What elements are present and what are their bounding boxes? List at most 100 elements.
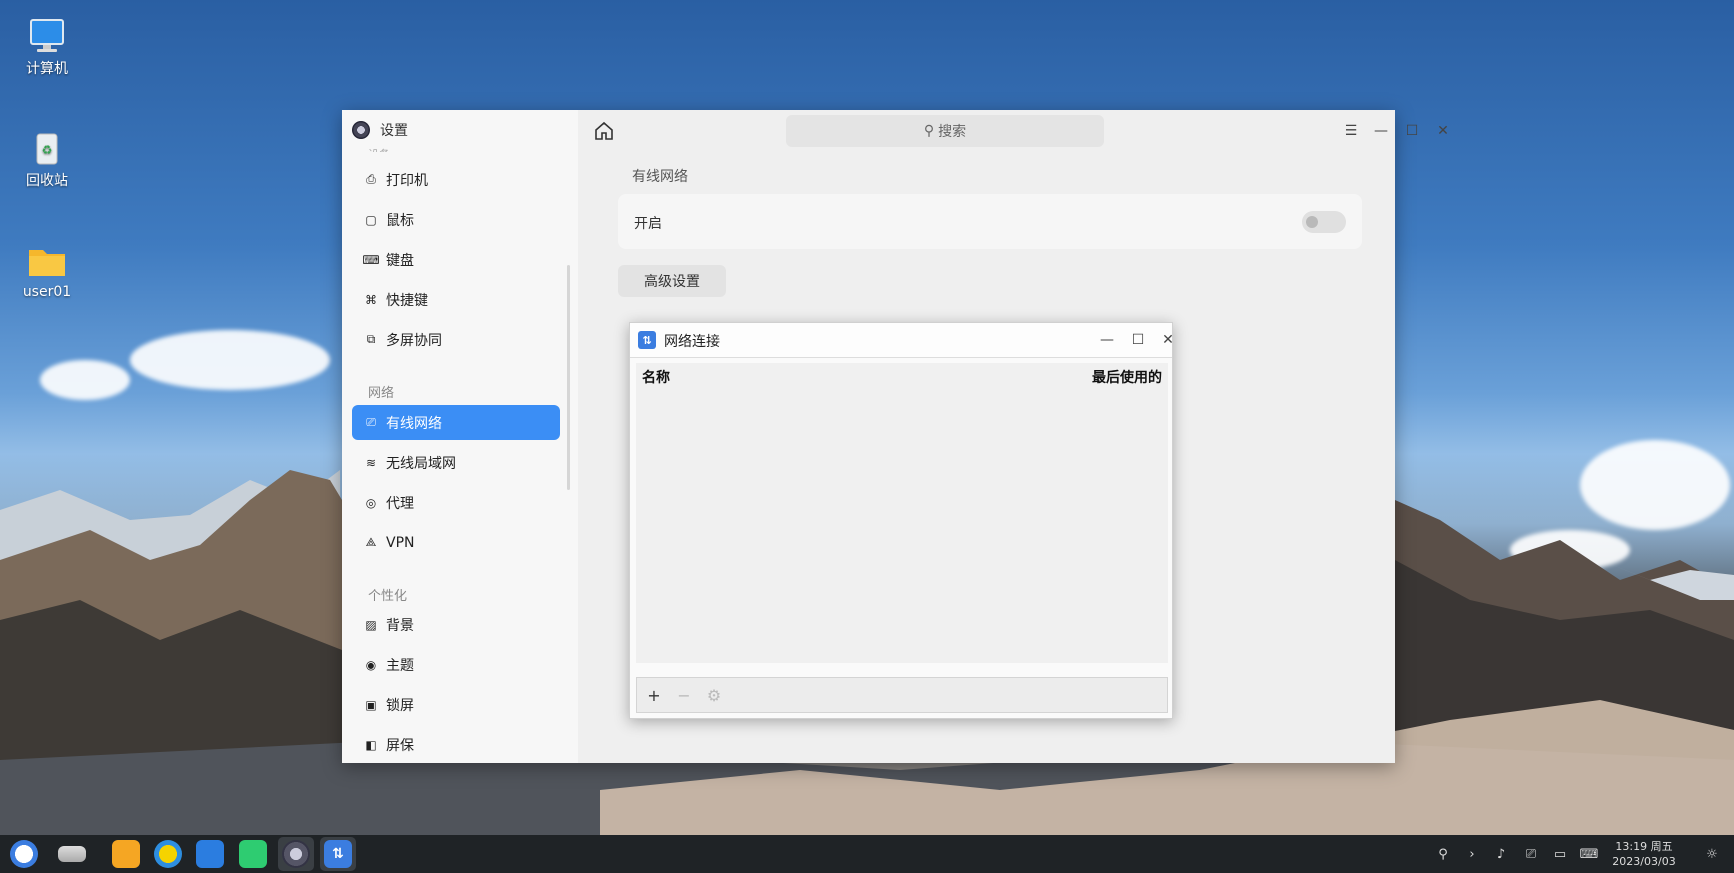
desktop-icon-label: 计算机 [26,61,68,77]
maximize-icon[interactable]: ☐ [1399,118,1425,144]
sidebar-scrollbar[interactable] [567,265,570,490]
network-status-icon[interactable]: ⎚ [1522,845,1540,863]
screensaver-icon: ◧ [365,737,377,752]
column-header-last-used[interactable]: 最后使用的 [1092,367,1162,387]
minimize-icon[interactable]: — [1095,328,1119,352]
sidebar-item-label: 代理 [386,495,414,512]
night-mode-icon[interactable]: ☼ [1703,845,1721,863]
search-input[interactable]: ⚲ 搜索 [786,115,1104,147]
dialog-toolbar: + − ⚙ [636,677,1168,713]
home-folder-icon [27,244,67,280]
sidebar-item-proxy[interactable]: ◎ 代理 [352,485,560,520]
clock[interactable]: 13:19 周五 2023/03/03 [1612,839,1676,869]
vpn-icon: ⟁ [365,535,377,549]
launcher-icon[interactable] [10,840,38,868]
sidebar: 设置 设备 ⎙ 打印机 ▢ 鼠标 ⌨ 键盘 ⌘ 快捷键 ⧉ 多屏协同 网络 ⎚ … [342,110,578,763]
maximize-icon[interactable]: ☐ [1126,328,1150,352]
add-button[interactable]: + [643,684,665,706]
file-manager-icon[interactable] [112,840,140,868]
sidebar-item-vpn[interactable]: ⟁ VPN [352,525,560,560]
sidebar-item-label: 多屏协同 [386,332,442,349]
sidebar-item-label: 快捷键 [386,292,428,309]
toggle-knob [1306,216,1318,228]
lock-icon: ▣ [365,697,377,712]
browser-icon[interactable] [154,840,182,868]
sidebar-item-keyboard[interactable]: ⌨ 键盘 [352,242,560,277]
settings-app-icon[interactable] [282,840,310,868]
sidebar-item-background[interactable]: ▨ 背景 [352,607,560,642]
clock-date: 2023/03/03 [1612,855,1676,868]
sidebar-group-network: 网络 [368,386,395,401]
sidebar-item-label: 锁屏 [386,697,414,714]
wifi-icon: ≋ [365,455,377,470]
sidebar-item-label: 键盘 [386,252,414,269]
computer-icon [27,18,67,54]
section-title: 有线网络 [632,169,688,185]
sidebar-item-label: 主题 [386,657,414,674]
input-method-icon[interactable]: ⌨ [1580,845,1599,863]
mail-icon[interactable] [239,840,267,868]
sidebar-item-theme[interactable]: ◉ 主题 [352,647,560,682]
multiscreen-icon: ⧉ [366,332,376,346]
desktop-icon-user-folder[interactable]: user01 [7,244,87,300]
sidebar-item-mouse[interactable]: ▢ 鼠标 [352,202,560,237]
settings-gear-button[interactable]: ⚙ [703,684,725,706]
search-icon: ⚲ [923,123,935,139]
sidebar-item-label: 鼠标 [386,212,414,229]
desktop-icon-label: user01 [22,284,72,300]
volume-icon[interactable]: ♪ [1492,845,1510,863]
chevron-right-icon[interactable]: › [1463,845,1481,863]
sidebar-item-lockscreen[interactable]: ▣ 锁屏 [352,687,560,722]
desktop-icon-computer[interactable]: 计算机 [7,18,87,78]
multitask-view-icon[interactable] [58,846,86,862]
column-header-name[interactable]: 名称 [642,367,670,387]
proxy-icon: ◎ [365,495,377,510]
remove-button[interactable]: − [673,684,695,706]
clock-time: 13:19 周五 [1615,840,1673,853]
taskbar: ⇅ ⚲ › ♪ ⎚ ▭ ⌨ 13:19 周五 2023/03/03 ☼ [0,835,1734,873]
search-icon[interactable]: ⚲ [1434,845,1452,863]
menu-icon[interactable]: ☰ [1338,118,1364,144]
wired-network-icon: ⎚ [366,415,376,429]
close-icon[interactable]: ✕ [1156,328,1180,352]
sidebar-item-label: 屏保 [386,737,414,754]
sidebar-item-multiscreen[interactable]: ⧉ 多屏协同 [352,322,560,357]
wps-office-icon[interactable] [196,840,224,868]
desktop-icon-label: 回收站 [26,173,68,189]
minimize-icon[interactable]: — [1368,118,1394,144]
close-icon[interactable]: ✕ [1430,118,1456,144]
sidebar-item-label: 打印机 [386,172,428,189]
search-placeholder: 搜索 [938,124,967,140]
connections-list[interactable]: 名称 最后使用的 [636,363,1168,663]
settings-app-icon [352,121,370,139]
window-title: 设置 [380,123,408,139]
enable-label: 开启 [634,216,662,232]
trash-icon: ♻ [27,130,67,166]
keyboard-icon: ⌨ [362,252,380,267]
enable-card: 开启 [618,194,1362,249]
sidebar-item-printer[interactable]: ⎙ 打印机 [352,162,560,197]
window-title-bar: 设置 [352,120,408,140]
shortcut-icon: ⌘ [365,292,377,307]
sidebar-item-label: VPN [386,534,415,551]
sidebar-item-shortcuts[interactable]: ⌘ 快捷键 [352,282,560,317]
sidebar-group-device: 设备 [368,146,390,152]
sidebar-item-wired-network[interactable]: ⎚ 有线网络 [352,405,560,440]
network-connections-dialog: ⇅ 网络连接 — ☐ ✕ 名称 最后使用的 + − ⚙ [629,322,1174,719]
theme-icon: ◉ [365,657,377,672]
svg-text:♻: ♻ [42,143,53,157]
background-icon: ▨ [365,617,377,632]
notification-icon[interactable]: ▭ [1551,845,1569,863]
network-connections-icon[interactable]: ⇅ [324,840,352,868]
dialog-title: 网络连接 [664,334,720,350]
sidebar-item-wlan[interactable]: ≋ 无线局域网 [352,445,560,480]
sidebar-item-screensaver[interactable]: ◧ 屏保 [352,727,560,762]
sidebar-group-personalization: 个性化 [368,589,408,604]
advanced-settings-button[interactable]: 高级设置 [618,265,726,297]
enable-toggle[interactable] [1302,211,1346,233]
sidebar-item-label: 有线网络 [386,415,442,432]
desktop-icon-trash[interactable]: ♻ 回收站 [7,130,87,190]
sidebar-item-label: 无线局域网 [386,455,456,472]
home-icon[interactable] [592,119,616,143]
dialog-header: ⇅ 网络连接 — ☐ ✕ [630,323,1174,358]
